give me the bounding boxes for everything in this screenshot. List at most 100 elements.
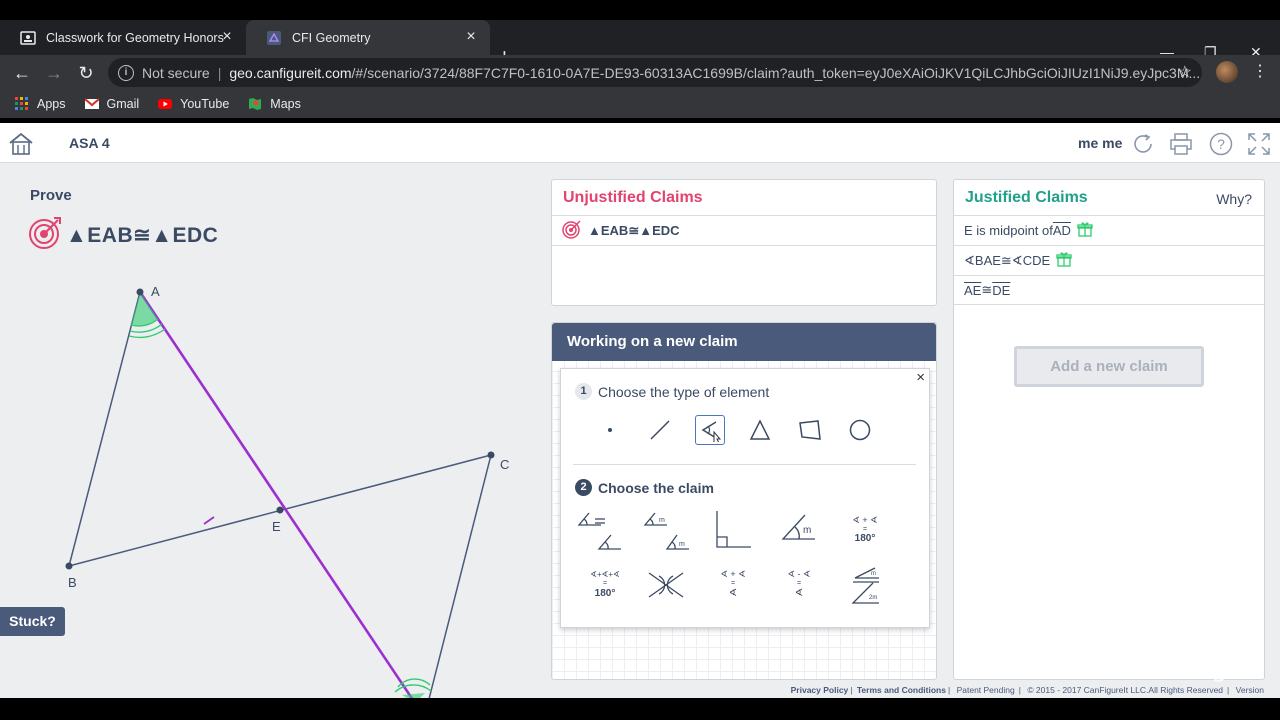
claim-row[interactable]: ▲EAB≅▲EDC: [552, 215, 936, 245]
divider: |: [850, 685, 853, 695]
tab-title: Classwork for Geometry Honors: [46, 30, 224, 45]
angle-icon[interactable]: [695, 415, 725, 445]
back-icon[interactable]: ←: [11, 62, 33, 84]
angle-subtraction-icon[interactable]: ∢ - ∢ = ∢: [775, 565, 823, 609]
right-angle-icon[interactable]: [711, 509, 759, 553]
privacy-link[interactable]: Privacy Policy: [791, 685, 849, 695]
angle-a-arc: [128, 328, 166, 339]
sum-text: ∢ + ∢: [852, 515, 877, 525]
patent-text: Patent Pending: [956, 685, 1015, 695]
browser-menu-icon[interactable]: ⋮: [1252, 61, 1268, 83]
version-link[interactable]: Version: [1236, 685, 1264, 695]
bookmark-gmail[interactable]: Gmail: [83, 97, 140, 111]
url-path: /#/scenario/3724/88F7C7F0-1610-0A7E-DE93…: [351, 64, 1201, 81]
bookmark-youtube[interactable]: YouTube: [158, 97, 229, 111]
divider: |: [1227, 685, 1230, 695]
terms-link[interactable]: Terms and Conditions: [857, 685, 946, 695]
browser-tab-classwork[interactable]: Classwork for Geometry Honors ×: [0, 20, 246, 55]
divider: |: [1018, 685, 1021, 695]
username[interactable]: me me: [1078, 135, 1122, 151]
equals-text: =: [797, 580, 801, 587]
browser-tab-cfi[interactable]: CFI Geometry ×: [246, 20, 490, 55]
angle-measure-icon[interactable]: m: [779, 509, 827, 553]
equal-measure-angles-icon[interactable]: m m: [643, 509, 691, 553]
two-m-label: 2m: [869, 595, 877, 601]
circle-icon[interactable]: [845, 415, 875, 445]
triangle-angle-sum-icon[interactable]: ∢+∢+∢ = 180°: [581, 565, 629, 609]
bookmarks-bar: Apps Gmail YouTube Maps: [0, 90, 1280, 118]
close-tab-icon[interactable]: ×: [462, 28, 480, 46]
profile-avatar[interactable]: [1216, 61, 1238, 83]
point-e[interactable]: [276, 506, 284, 514]
justified-claim-row[interactable]: AE ≅ DE: [954, 275, 1264, 305]
angle-symbol: ∢: [729, 588, 737, 599]
logi-watermark: logi: [1190, 653, 1234, 683]
apps-grid-icon: [15, 97, 29, 111]
fullscreen-icon[interactable]: [1247, 132, 1271, 156]
close-icon[interactable]: ×: [916, 369, 925, 386]
sum-text: ∢ + ∢: [720, 569, 745, 579]
step-number: 2: [575, 479, 592, 496]
help-icon[interactable]: ?: [1209, 132, 1233, 156]
point-b[interactable]: [65, 562, 73, 570]
segment-cd[interactable]: [428, 454, 492, 698]
scenario-title: ASA 4: [69, 135, 110, 151]
address-bar[interactable]: i Not secure | geo.canfigureit.com /#/sc…: [108, 58, 1202, 87]
point-c[interactable]: [487, 451, 495, 459]
bookmark-label: Apps: [37, 97, 66, 111]
justified-claim-row[interactable]: ∢BAE≅∢CDE: [954, 245, 1264, 275]
segment-icon[interactable]: [645, 415, 675, 445]
add-new-claim-button[interactable]: Add a new claim: [1014, 346, 1204, 387]
canfigureit-app: ASA 4 me me ? Prove ▲EAB≅▲EDC A B C E St…: [0, 123, 1280, 698]
why-link[interactable]: Why?: [1216, 191, 1252, 207]
vertical-angles-icon[interactable]: [645, 565, 693, 609]
bookmark-star-icon[interactable]: ☆: [1178, 62, 1192, 82]
claim-text: E is midpoint of: [964, 223, 1053, 238]
new-claim-panel: Working on a new claim × 1 Choose the ty…: [551, 322, 937, 680]
justified-claims-panel: Justified Claims Why? E is midpoint of A…: [953, 179, 1265, 680]
equals-text: =: [731, 580, 735, 587]
m-label: m: [659, 517, 665, 524]
bookmark-apps[interactable]: Apps: [15, 97, 66, 111]
refresh-icon[interactable]: [1131, 132, 1155, 156]
print-icon[interactable]: [1169, 132, 1193, 156]
gift-icon[interactable]: [1056, 251, 1072, 270]
copyright-text: © 2015 - 2017 CanFigureIt LLC.All Rights…: [1027, 685, 1224, 695]
congruent-angles-icon[interactable]: [575, 509, 623, 553]
bookmark-label: Gmail: [106, 97, 140, 111]
divider: [573, 464, 916, 465]
svg-text:?: ?: [1217, 136, 1225, 152]
bookmark-maps[interactable]: Maps: [248, 97, 301, 111]
panel-title: Working on a new claim: [552, 323, 936, 361]
segment-ab[interactable]: [68, 291, 141, 567]
justified-claim-row[interactable]: E is midpoint of AD: [954, 215, 1264, 245]
segment-ad[interactable]: [138, 291, 415, 698]
claim-text: ▲EAB≅▲EDC: [588, 222, 680, 238]
congruent-symbol: ≅: [981, 282, 993, 297]
stuck-button[interactable]: Stuck?: [0, 607, 65, 636]
label-a: A: [151, 284, 160, 299]
gift-icon[interactable]: [1077, 221, 1093, 240]
difference-text: ∢ - ∢: [787, 569, 810, 579]
reload-icon[interactable]: ↻: [75, 62, 97, 84]
claim-chooser: × 1 Choose the type of element 2 Choose …: [560, 368, 930, 628]
close-tab-icon[interactable]: ×: [218, 28, 236, 46]
url-host: geo.canfigureit.com: [229, 64, 352, 81]
angle-addition-icon[interactable]: ∢ + ∢ = ∢: [709, 565, 757, 609]
gmail-icon: [83, 97, 100, 111]
triangle-icon[interactable]: [745, 415, 775, 445]
app-header: ASA 4 me me ?: [0, 123, 1280, 163]
claim-text: ∢BAE≅∢CDE: [964, 252, 1051, 268]
home-icon[interactable]: [8, 131, 34, 157]
info-icon[interactable]: i: [118, 64, 134, 81]
double-angle-icon[interactable]: m 2m: [841, 565, 889, 609]
point-icon[interactable]: [595, 415, 625, 445]
sum-text: ∢+∢+∢: [590, 570, 619, 579]
claim-segment: DE: [992, 282, 1011, 298]
label-e: E: [272, 519, 281, 534]
forward-icon[interactable]: →: [43, 62, 65, 84]
supplementary-angles-icon[interactable]: ∢ + ∢ = 180°: [841, 509, 889, 553]
point-a[interactable]: [136, 288, 144, 296]
quadrilateral-icon[interactable]: [795, 415, 825, 445]
geometry-diagram[interactable]: A B C E: [0, 273, 540, 698]
